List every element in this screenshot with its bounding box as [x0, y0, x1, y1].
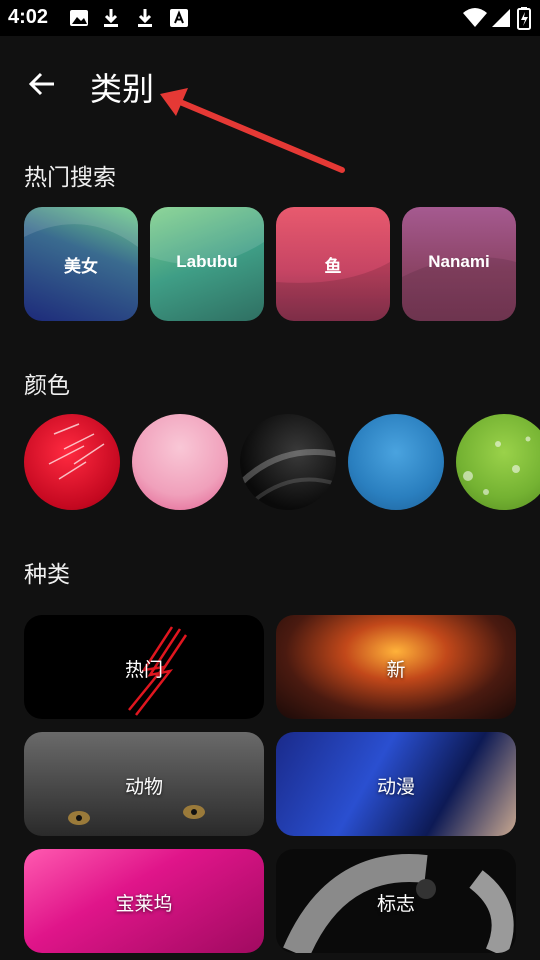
category-label: 动物: [124, 776, 163, 798]
color-black[interactable]: [240, 414, 336, 510]
color-green[interactable]: [456, 414, 540, 510]
category-popular[interactable]: 热门: [24, 615, 264, 719]
download-icon: [100, 7, 122, 29]
section-title-types: 种类: [24, 562, 70, 588]
back-arrow-icon[interactable]: [24, 66, 60, 102]
signal-icon: [490, 7, 512, 29]
popular-tile-2[interactable]: Labubu: [150, 207, 264, 321]
download-icon-2: [134, 7, 156, 29]
popular-tile-label: 美女: [64, 257, 98, 276]
color-blue[interactable]: [348, 414, 444, 510]
category-label: 宝莱坞: [115, 893, 173, 915]
status-time: 4:02: [8, 6, 49, 28]
category-label: 动漫: [376, 776, 415, 798]
annotation-arrow: [160, 88, 345, 173]
status-bar: 4:02: [0, 0, 540, 36]
category-label: 标志: [376, 893, 415, 915]
category-label: 热门: [124, 659, 163, 681]
section-title-colors: 颜色: [24, 373, 70, 399]
category-label: 新: [386, 659, 406, 681]
streak-texture: [48, 423, 105, 480]
category-new[interactable]: 新: [276, 615, 516, 719]
popular-tile-label: 鱼: [324, 257, 342, 276]
color-red[interactable]: [24, 414, 120, 510]
image-icon: [68, 7, 90, 29]
battery-icon: [516, 7, 532, 30]
popular-tile-1[interactable]: 美女: [24, 207, 138, 321]
font-app-icon: [168, 7, 190, 29]
section-title-popular: 热门搜索: [24, 165, 116, 191]
popular-tile-3[interactable]: 鱼: [276, 207, 390, 321]
popular-tile-label: Nanami: [428, 252, 490, 271]
popular-tile-label: Labubu: [176, 252, 238, 271]
droplet-texture: [463, 436, 531, 495]
silk-texture: [240, 449, 336, 506]
category-anime[interactable]: 动漫: [276, 732, 516, 836]
category-animals[interactable]: 动物: [24, 732, 264, 836]
category-logos[interactable]: 标志: [276, 849, 516, 953]
popular-tile-4[interactable]: Nanami: [402, 207, 516, 321]
page-title: 类别: [90, 70, 155, 108]
wifi-icon: [462, 7, 488, 29]
color-pink[interactable]: [132, 414, 228, 510]
category-bollywood[interactable]: 宝莱坞: [24, 849, 264, 953]
